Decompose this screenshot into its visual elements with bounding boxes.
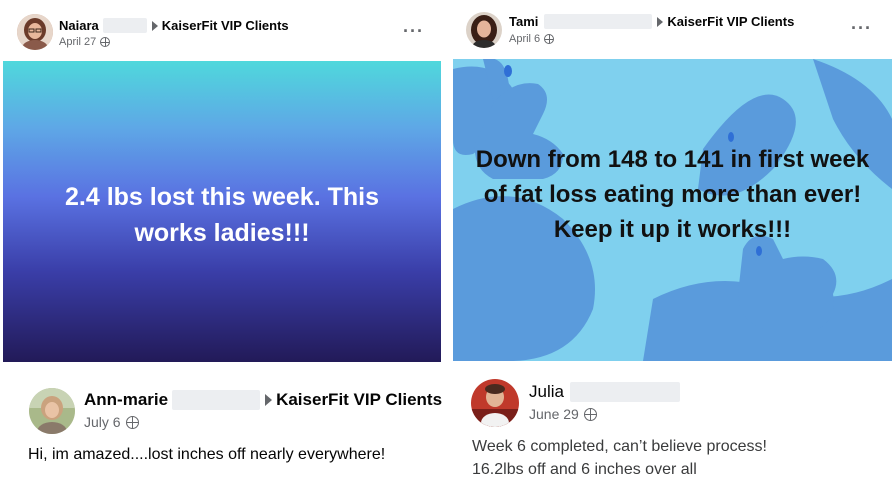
post-author-line: Julia <box>529 382 680 402</box>
avatar[interactable] <box>471 379 519 427</box>
post-author-line: Ann-marie KaiserFit VIP Clients <box>84 390 442 410</box>
post-meta: April 27 <box>59 36 111 48</box>
post-body-text: Down from 148 to 141 in first week of fa… <box>475 146 870 243</box>
post-body-text: Hi, im amazed....lost inches off nearly … <box>28 446 386 463</box>
redacted-surname <box>102 18 147 33</box>
caret-right-icon <box>151 20 158 31</box>
post-body-line-2: 16.2lbs off and 6 inches over all <box>472 461 697 478</box>
more-options-icon[interactable]: ··· <box>403 22 424 40</box>
post-date[interactable]: July 6 <box>84 414 121 430</box>
author-name[interactable]: Julia <box>529 382 564 402</box>
group-name[interactable]: KaiserFit VIP Clients <box>276 390 442 410</box>
globe-icon <box>100 37 111 47</box>
post-card-julia: Julia June 29 Week 6 completed, can’t be… <box>455 368 896 503</box>
post-card-ann-marie: Ann-marie KaiserFit VIP Clients July 6 H… <box>0 368 448 503</box>
post-background-thumbs: Down from 148 to 141 in first week of fa… <box>453 59 892 361</box>
globe-icon <box>544 34 555 44</box>
post-body-line-1: Week 6 completed, can’t believe process! <box>472 438 767 455</box>
post-body-text: 2.4 lbs lost this week. This works ladie… <box>65 183 379 247</box>
post-background-gradient: 2.4 lbs lost this week. This works ladie… <box>3 61 441 362</box>
globe-icon <box>583 407 597 421</box>
group-name[interactable]: KaiserFit VIP Clients <box>667 14 794 29</box>
post-card-tami: Tami KaiserFit VIP Clients April 6 ··· <box>452 0 896 58</box>
more-options-icon[interactable]: ··· <box>851 19 872 37</box>
post-meta: April 6 <box>509 33 555 45</box>
post-meta: July 6 <box>84 414 139 430</box>
redacted-surname <box>172 390 261 410</box>
redacted-surname <box>544 14 653 29</box>
post-date[interactable]: April 27 <box>59 36 96 48</box>
redacted-surname <box>569 382 680 402</box>
author-name[interactable]: Naiara <box>59 18 99 33</box>
caret-right-icon <box>657 16 664 27</box>
group-name[interactable]: KaiserFit VIP Clients <box>162 18 289 33</box>
author-name[interactable]: Ann-marie <box>84 390 168 410</box>
avatar[interactable] <box>29 388 75 434</box>
post-meta: June 29 <box>529 406 597 422</box>
globe-icon <box>125 415 139 429</box>
post-author-line: Naiara KaiserFit VIP Clients <box>59 18 289 33</box>
author-name[interactable]: Tami <box>509 14 538 29</box>
avatar[interactable] <box>466 12 502 48</box>
caret-right-icon <box>265 394 273 406</box>
profile-photo <box>466 12 502 48</box>
post-date[interactable]: April 6 <box>509 33 540 45</box>
avatar[interactable] <box>17 14 53 50</box>
post-date[interactable]: June 29 <box>529 406 579 422</box>
profile-photo <box>471 379 519 427</box>
post-author-line: Tami KaiserFit VIP Clients <box>509 14 794 29</box>
profile-photo <box>17 14 53 50</box>
profile-photo <box>29 388 75 434</box>
